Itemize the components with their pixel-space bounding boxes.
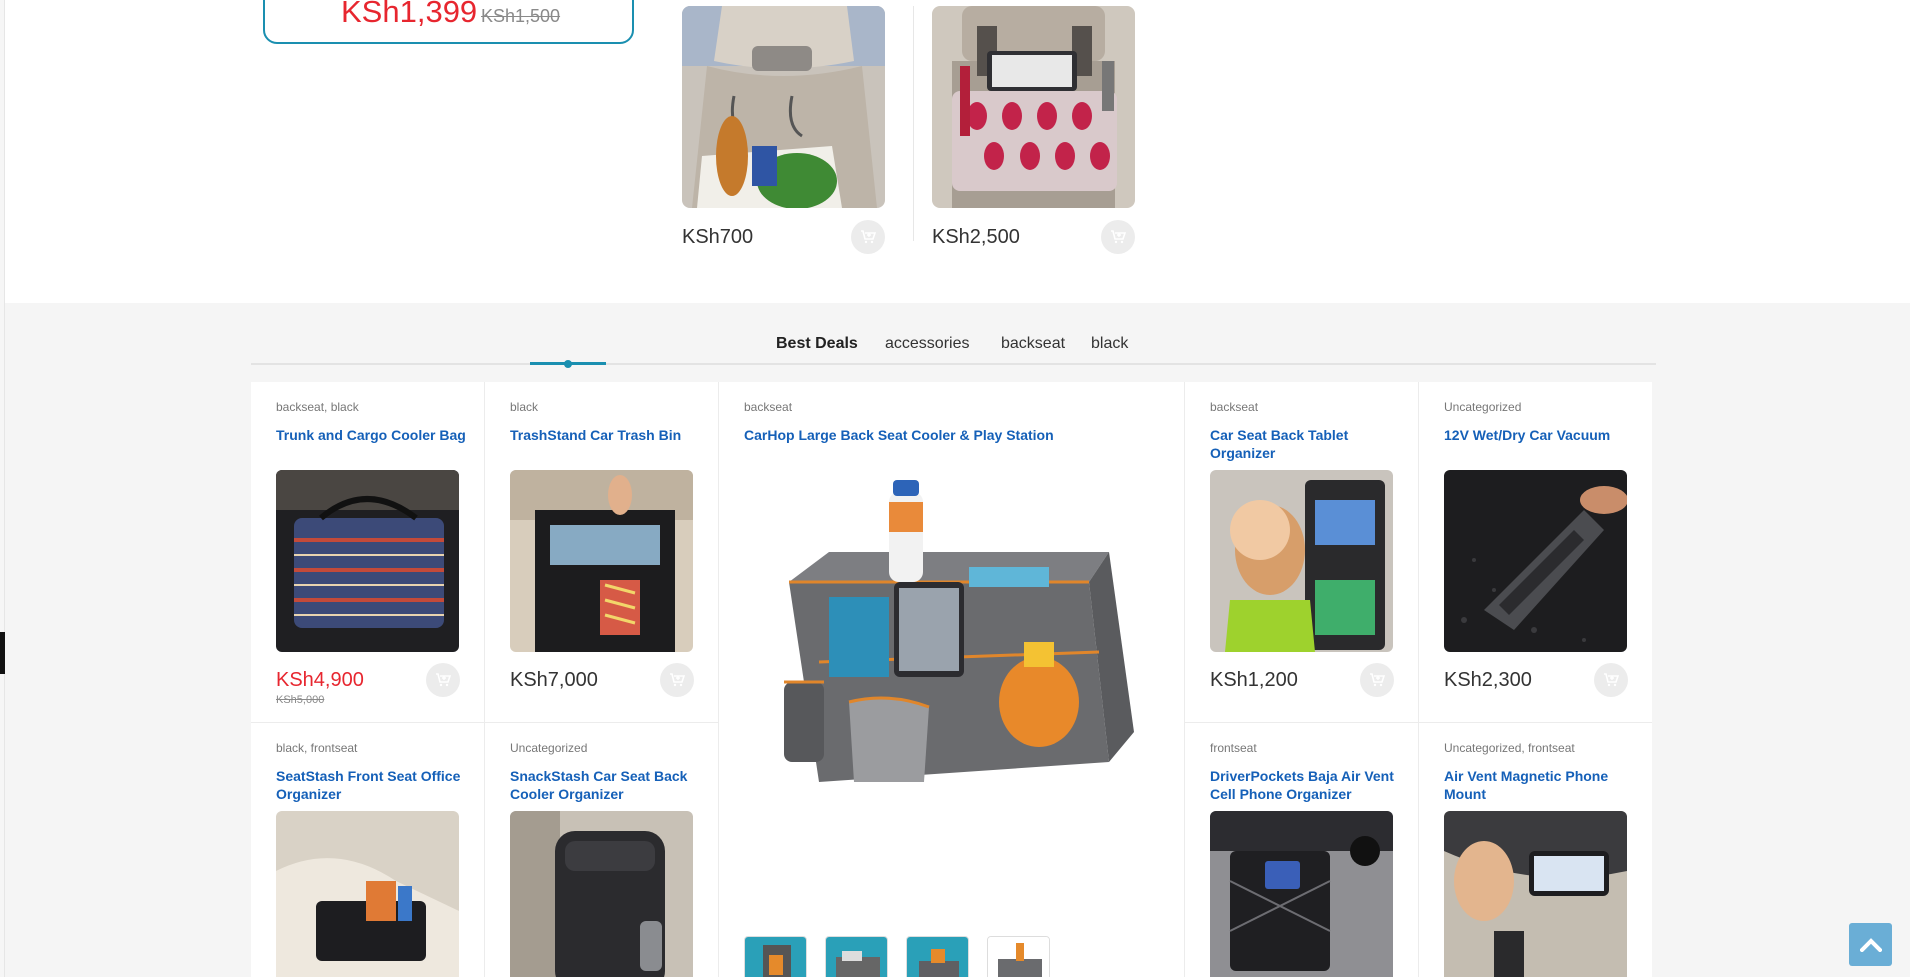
product-title[interactable]: SeatStash Front Seat Office Organizer: [276, 767, 466, 803]
featured-product-image[interactable]: [739, 462, 1169, 862]
product-price: KSh1,200: [1210, 669, 1298, 691]
product-category[interactable]: Uncategorized: [510, 741, 587, 755]
active-tab-dot: [564, 360, 572, 368]
gallery-thumbnail[interactable]: [987, 936, 1050, 977]
add-to-cart-button[interactable]: [1101, 220, 1135, 254]
product-title[interactable]: SnackStash Car Seat Back Cooler Organize…: [510, 767, 700, 803]
product-price: KSh7,000: [510, 669, 598, 691]
cart-plus-icon: [861, 230, 876, 244]
product-card[interactable]: backseat, black Trunk and Cargo Cooler B…: [251, 382, 485, 723]
thumbnail-gallery: [744, 936, 1050, 977]
product-image[interactable]: [1444, 811, 1627, 977]
page: KSh1,399 KSh1,500 KSh700 KSh2,500 Best D…: [0, 0, 1910, 977]
product-card[interactable]: Uncategorized, frontseat Air Vent Magnet…: [1419, 723, 1652, 977]
product-sale-price: KSh4,900: [276, 669, 364, 691]
product-category[interactable]: backseat: [744, 400, 792, 414]
product-title[interactable]: 12V Wet/Dry Car Vacuum: [1444, 426, 1634, 444]
product-title[interactable]: TrashStand Car Trash Bin: [510, 426, 700, 444]
product-category[interactable]: frontseat: [1210, 741, 1257, 755]
product-category[interactable]: black: [510, 400, 538, 414]
product-title[interactable]: Trunk and Cargo Cooler Bag: [276, 426, 466, 444]
chevron-up-icon: [1859, 937, 1882, 952]
product-card[interactable]: frontseat DriverPockets Baja Air Vent Ce…: [1185, 723, 1419, 977]
tab-best-deals[interactable]: Best Deals: [776, 335, 858, 353]
product-image[interactable]: [510, 811, 693, 977]
deal-sale-price: KSh1,399: [341, 0, 478, 29]
divider: [913, 6, 914, 241]
product-card[interactable]: black, frontseat SeatStash Front Seat Of…: [251, 723, 485, 977]
cart-plus-icon: [1604, 673, 1619, 687]
tab-accessories[interactable]: accessories: [885, 335, 969, 353]
product-category[interactable]: Uncategorized: [1444, 400, 1521, 414]
product-image[interactable]: [1210, 470, 1393, 652]
scroll-to-top-button[interactable]: [1849, 923, 1892, 966]
product-image[interactable]: [276, 811, 459, 977]
product-image[interactable]: [510, 470, 693, 652]
add-to-cart-button[interactable]: [851, 220, 885, 254]
product-card[interactable]: backseat Car Seat Back Tablet Organizer …: [1185, 382, 1419, 723]
product-price: KSh700: [682, 226, 754, 248]
deal-of-day-card[interactable]: KSh1,399 KSh1,500: [263, 0, 634, 44]
tab-black[interactable]: black: [1091, 335, 1128, 353]
product-image[interactable]: [682, 6, 885, 208]
add-to-cart-button[interactable]: [1360, 663, 1394, 697]
add-to-cart-button[interactable]: [426, 663, 460, 697]
product-title[interactable]: DriverPockets Baja Air Vent Cell Phone O…: [1210, 767, 1400, 803]
product-image[interactable]: [276, 470, 459, 652]
deal-old-price: KSh1,500: [481, 6, 561, 26]
product-image[interactable]: [1210, 811, 1393, 977]
product-title[interactable]: Car Seat Back Tablet Organizer: [1210, 426, 1400, 462]
product-category[interactable]: Uncategorized, frontseat: [1444, 741, 1575, 755]
product-category[interactable]: backseat, black: [276, 400, 359, 414]
product-card[interactable]: Uncategorized SnackStash Car Seat Back C…: [485, 723, 719, 977]
top-product-card[interactable]: KSh2,500: [932, 6, 1135, 256]
product-image[interactable]: [1444, 470, 1627, 652]
product-title[interactable]: CarHop Large Back Seat Cooler & Play Sta…: [744, 426, 1084, 444]
tab-backseat[interactable]: backseat: [1001, 335, 1065, 353]
featured-product-card[interactable]: backseat CarHop Large Back Seat Cooler &…: [719, 382, 1185, 977]
gallery-thumbnail[interactable]: [906, 936, 969, 977]
cart-plus-icon: [436, 673, 451, 687]
product-card[interactable]: Uncategorized 12V Wet/Dry Car Vacuum KSh…: [1419, 382, 1652, 723]
best-deals-section: Best Deals accessories backseat black ba…: [5, 303, 1910, 977]
product-price: KSh2,300: [1444, 669, 1532, 691]
add-to-cart-button[interactable]: [1594, 663, 1628, 697]
cart-plus-icon: [670, 673, 685, 687]
product-price: KSh2,500: [932, 226, 1020, 248]
top-product-card[interactable]: KSh700: [682, 6, 885, 256]
gallery-thumbnail[interactable]: [825, 936, 888, 977]
gallery-thumbnail[interactable]: [744, 936, 807, 977]
cart-plus-icon: [1111, 230, 1126, 244]
product-grid: backseat, black Trunk and Cargo Cooler B…: [251, 382, 1652, 977]
product-tabs: Best Deals accessories backseat black: [251, 303, 1656, 365]
product-card[interactable]: black TrashStand Car Trash Bin KSh7,000: [485, 382, 719, 723]
add-to-cart-button[interactable]: [660, 663, 694, 697]
product-category[interactable]: black, frontseat: [276, 741, 357, 755]
top-products-section: KSh1,399 KSh1,500 KSh700 KSh2,500: [5, 0, 1910, 303]
cart-plus-icon: [1370, 673, 1385, 687]
product-category[interactable]: backseat: [1210, 400, 1258, 414]
product-image[interactable]: [932, 6, 1135, 208]
product-old-price: KSh5,000: [276, 694, 325, 706]
product-title[interactable]: Air Vent Magnetic Phone Mount: [1444, 767, 1634, 803]
